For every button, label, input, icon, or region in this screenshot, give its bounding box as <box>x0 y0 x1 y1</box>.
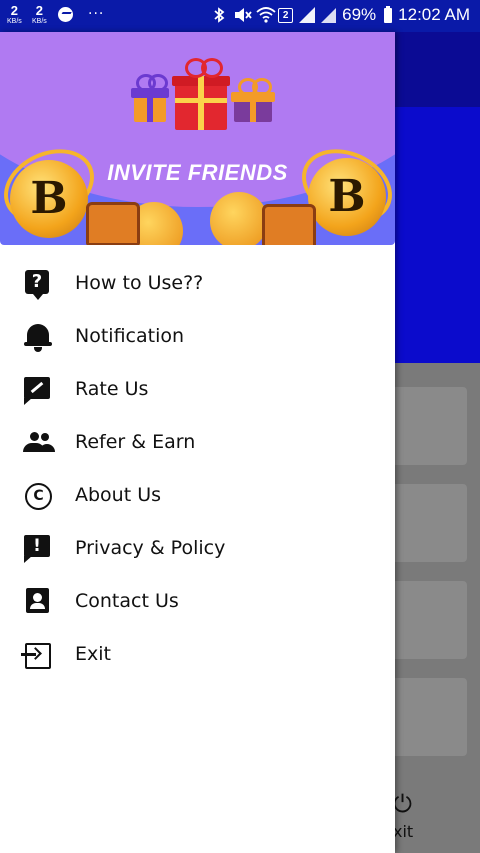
feedback-icon: ! <box>24 535 50 563</box>
menu-item-label: Privacy & Policy <box>75 537 226 559</box>
group-icon <box>21 432 55 452</box>
help-icon: ? <box>25 270 49 300</box>
speed-unit: KB/s <box>7 18 22 25</box>
messenger-icon <box>58 7 73 22</box>
speed-value: 2 <box>35 3 44 18</box>
menu-item-exit[interactable]: Exit <box>0 628 395 681</box>
network-speed-1: 2 KB/s <box>7 4 22 26</box>
network-speed-2: 2 KB/s <box>32 4 47 26</box>
status-bar: 2 KB/s 2 KB/s ··· 2 69% 12:02 AM <box>0 0 480 32</box>
signal-icon-2 <box>321 7 337 23</box>
menu-item-notification[interactable]: Notification <box>0 310 395 363</box>
gift-icon <box>231 78 275 122</box>
navigation-drawer: INVITE FRIENDS B B ? How to Use?? Notifi… <box>0 32 395 853</box>
speed-unit: KB/s <box>32 18 47 25</box>
battery-percent: 69% <box>342 5 377 24</box>
exit-icon <box>21 643 51 669</box>
drawer-menu: ? How to Use?? Notification Rate Us Refe… <box>0 257 395 681</box>
sim-badge: 2 <box>278 7 294 23</box>
menu-item-label: Exit <box>75 643 111 665</box>
copyright-icon: C <box>25 483 52 510</box>
more-notifications-icon: ··· <box>88 6 105 22</box>
menu-item-refer-earn[interactable]: Refer & Earn <box>0 416 395 469</box>
coin-icon <box>210 192 268 245</box>
gift-icon <box>172 58 230 130</box>
background-exit-label: xit <box>393 822 414 841</box>
clock: 12:02 AM <box>398 5 470 24</box>
rate-review-icon <box>24 377 50 405</box>
bitcoin-coin-icon: B <box>10 160 88 238</box>
wifi-icon <box>256 7 276 23</box>
bell-icon <box>24 324 52 352</box>
menu-item-how-to-use[interactable]: ? How to Use?? <box>0 257 395 310</box>
power-icon: ⏻ <box>393 790 412 818</box>
menu-item-label: Contact Us <box>75 590 179 612</box>
gift-icon <box>131 74 169 122</box>
menu-item-contact-us[interactable]: Contact Us <box>0 575 395 628</box>
treasure-chest-icon <box>262 204 316 245</box>
menu-item-privacy-policy[interactable]: ! Privacy & Policy <box>0 522 395 575</box>
bitcoin-coin-icon: B <box>308 158 386 236</box>
menu-item-label: Notification <box>75 325 185 347</box>
menu-item-rate-us[interactable]: Rate Us <box>0 363 395 416</box>
signal-icon <box>299 7 316 23</box>
battery-icon <box>384 5 393 23</box>
menu-item-label: Refer & Earn <box>75 431 196 453</box>
contact-card-icon <box>26 588 49 613</box>
speed-value: 2 <box>10 3 19 18</box>
menu-item-about-us[interactable]: C About Us <box>0 469 395 522</box>
invite-friends-banner[interactable]: INVITE FRIENDS B B <box>0 32 395 245</box>
mute-icon <box>234 7 252 23</box>
menu-item-label: How to Use?? <box>75 272 204 294</box>
menu-item-label: Rate Us <box>75 378 149 400</box>
bluetooth-icon <box>212 7 228 23</box>
status-icons: 2 69% 12:02 AM <box>212 5 470 25</box>
menu-item-label: About Us <box>75 484 162 506</box>
treasure-chest-icon <box>86 202 140 245</box>
